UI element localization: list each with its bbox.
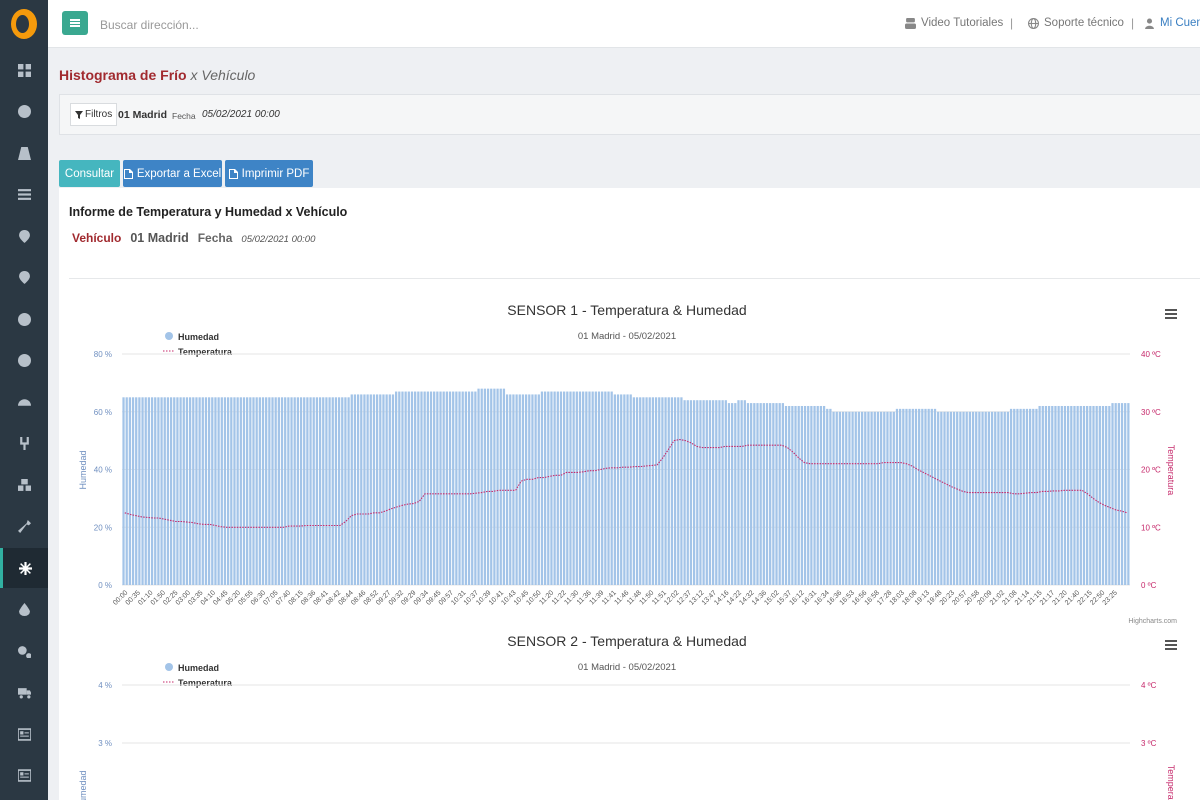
sidebar-item-road[interactable] xyxy=(0,133,48,173)
sidebar-item-dashboard[interactable] xyxy=(0,50,48,90)
filters-button-label: Filtros xyxy=(85,109,113,120)
sidebar xyxy=(0,0,48,800)
sidebar-item-cubes[interactable] xyxy=(0,465,48,505)
topbar: Video Tutoriales | Soporte técnico | Mi … xyxy=(48,0,1200,48)
alert-icon xyxy=(17,354,31,367)
target-icon xyxy=(17,312,31,326)
cogs-icon xyxy=(17,645,31,658)
report-vehicle-label: Vehículo xyxy=(72,231,122,245)
snowflake-icon xyxy=(19,561,32,575)
separator: | xyxy=(1131,16,1135,30)
divider xyxy=(69,278,1200,279)
report-vehicle-value: 01 Madrid xyxy=(130,231,189,245)
sidebar-item-globe[interactable] xyxy=(0,92,48,132)
sidebar-item-target[interactable] xyxy=(0,299,48,339)
separator: | xyxy=(1010,16,1014,30)
user-icon xyxy=(1145,18,1154,29)
id-card-icon xyxy=(17,769,31,782)
truck-icon xyxy=(17,688,31,699)
map-pin-icon xyxy=(18,271,30,284)
drop-icon xyxy=(18,603,30,616)
filter-vehicle-value: 01 Madrid xyxy=(118,109,168,121)
sidebar-item-truck[interactable] xyxy=(0,673,48,713)
sidebar-item-location-2[interactable] xyxy=(0,258,48,298)
globe-icon xyxy=(17,105,31,118)
sidebar-item-wrench[interactable] xyxy=(0,507,48,547)
filter-bar: Filtros 01 Madrid Fecha 05/02/2021 00:00 xyxy=(59,94,1200,135)
globe-icon xyxy=(1028,17,1039,29)
dashboard-icon xyxy=(17,398,31,406)
technical-support-label: Soporte técnico xyxy=(1044,17,1124,29)
my-account-label: Mi Cuenta xyxy=(1160,17,1200,29)
brand-logo[interactable] xyxy=(0,0,48,48)
video-tutorials-link[interactable]: Video Tutoriales xyxy=(905,17,1003,29)
file-pdf-icon xyxy=(228,168,238,179)
chart1-menu-icon[interactable] xyxy=(1165,309,1177,319)
filter-icon xyxy=(75,110,83,119)
page-title-main: Histograma de Frío xyxy=(59,67,187,83)
sidebar-item-speed[interactable] xyxy=(0,382,48,422)
report-title: Informe de Temperatura y Humedad x Vehíc… xyxy=(69,205,348,219)
cubes-icon xyxy=(17,478,31,491)
sidebar-item-drop[interactable] xyxy=(0,590,48,630)
sidebar-item-snowflake[interactable] xyxy=(0,548,48,588)
sidebar-item-alert[interactable] xyxy=(0,341,48,381)
sidebar-item-fork[interactable] xyxy=(0,424,48,464)
map-pin-icon xyxy=(18,229,30,243)
road-icon xyxy=(17,146,31,160)
page-title: Histograma de Frío x Vehículo xyxy=(59,67,255,83)
report-panel: Informe de Temperatura y Humedad x Vehíc… xyxy=(59,188,1200,800)
video-tutorials-label: Video Tutoriales xyxy=(921,17,1004,29)
report-date-label: Fecha xyxy=(197,231,233,245)
export-excel-button[interactable]: Exportar a Excel xyxy=(123,160,222,187)
chart2-menu-icon[interactable] xyxy=(1165,640,1177,650)
print-pdf-label: Imprimir PDF xyxy=(241,167,310,180)
filters-button[interactable]: Filtros xyxy=(70,103,118,126)
report-meta: Vehículo 01 Madrid Fecha 05/02/2021 00:0… xyxy=(72,231,315,245)
fork-icon xyxy=(19,437,29,450)
report-date-value: 05/02/2021 00:00 xyxy=(241,234,316,245)
print-pdf-button[interactable]: Imprimir PDF xyxy=(225,160,313,187)
wrench-icon xyxy=(17,520,31,533)
id-card-icon xyxy=(17,727,31,741)
filter-date-label: Fecha xyxy=(172,111,196,121)
filter-date-value: 05/02/2021 00:00 xyxy=(202,109,280,120)
consultar-button[interactable]: Consultar xyxy=(59,160,120,187)
address-search-input[interactable] xyxy=(100,16,400,34)
page-title-sub: x Vehículo xyxy=(190,67,256,83)
sidebar-item-card-2[interactable] xyxy=(0,756,48,796)
technical-support-link[interactable]: Soporte técnico xyxy=(1028,17,1124,29)
sidebar-item-list[interactable] xyxy=(0,175,48,215)
list-icon xyxy=(17,189,31,200)
sidebar-item-card[interactable] xyxy=(0,714,48,754)
my-account-link[interactable]: Mi Cuenta xyxy=(1144,17,1200,29)
sidebar-item-cogs[interactable] xyxy=(0,631,48,671)
menu-toggle-button[interactable] xyxy=(62,11,88,35)
file-excel-icon xyxy=(123,168,133,179)
grid-icon xyxy=(17,63,31,77)
hamburger-icon xyxy=(70,19,80,27)
sidebar-item-location[interactable] xyxy=(0,216,48,256)
consultar-label: Consultar xyxy=(64,167,115,180)
youtube-icon xyxy=(905,17,916,29)
export-excel-label: Exportar a Excel xyxy=(136,167,222,180)
